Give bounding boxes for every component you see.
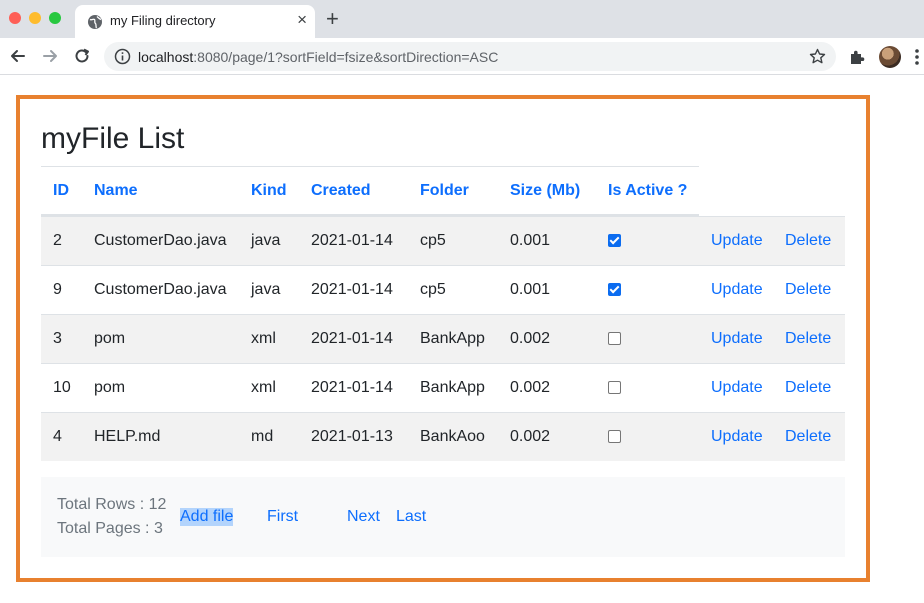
next-page-link[interactable]: Next: [347, 508, 380, 526]
tab-close-icon[interactable]: ×: [297, 11, 307, 29]
add-file-link[interactable]: Add file: [180, 508, 234, 526]
back-arrow-icon[interactable]: [8, 46, 28, 66]
cell-id: 10: [53, 379, 71, 396]
update-link[interactable]: Update: [711, 379, 763, 397]
update-link[interactable]: Update: [711, 232, 763, 250]
cell-size: 0.002: [510, 330, 551, 347]
profile-avatar[interactable]: [879, 46, 901, 68]
pagination-footer: Total Rows : 12 Total Pages : 3 Add file…: [41, 477, 845, 557]
last-page-link[interactable]: Last: [396, 508, 426, 526]
cell-folder: BankApp: [420, 379, 485, 396]
browser-tab-active[interactable]: my Filing directory ×: [75, 5, 315, 38]
cell-id: 4: [53, 428, 62, 445]
table-row: 10 pom xml 2021-01-14 BankApp 0.002 Upda…: [41, 363, 845, 412]
is-active-checkbox[interactable]: [608, 283, 621, 296]
cell-kind: md: [251, 428, 274, 445]
puzzle-icon[interactable]: [848, 48, 866, 66]
cell-folder: cp5: [420, 232, 446, 249]
column-header-folder[interactable]: Folder: [420, 182, 469, 200]
column-header-is-active[interactable]: Is Active ?: [608, 182, 687, 200]
browser-tab-strip: my Filing directory × +: [0, 0, 924, 38]
cell-kind: java: [251, 281, 281, 298]
cell-created: 2021-01-14: [311, 281, 393, 298]
total-pages-text: Total Pages : 3: [57, 520, 163, 537]
is-active-checkbox[interactable]: [608, 430, 621, 443]
cell-size: 0.002: [510, 428, 551, 445]
forward-arrow-icon[interactable]: [40, 46, 60, 66]
column-header-id[interactable]: ID: [53, 182, 69, 200]
url-path: :8080/page/1?sortField=fsize&sortDirecti…: [193, 49, 499, 65]
delete-link[interactable]: Delete: [785, 281, 831, 299]
is-active-checkbox[interactable]: [608, 381, 621, 394]
cell-name: HELP.md: [94, 428, 161, 445]
delete-link[interactable]: Delete: [785, 232, 831, 250]
is-active-checkbox[interactable]: [608, 234, 621, 247]
column-header-created[interactable]: Created: [311, 182, 371, 200]
cell-created: 2021-01-14: [311, 232, 393, 249]
first-page-link[interactable]: First: [267, 508, 298, 526]
cell-name: pom: [94, 330, 126, 347]
table-row: 9 CustomerDao.java java 2021-01-14 cp5 0…: [41, 265, 845, 314]
cell-kind: xml: [251, 330, 276, 347]
globe-icon: [88, 15, 102, 29]
more-vertical-icon[interactable]: [914, 47, 920, 67]
column-header-kind[interactable]: Kind: [251, 182, 287, 200]
url-text: localhost:8080/page/1?sortField=fsize&so…: [138, 49, 498, 65]
cell-created: 2021-01-14: [311, 330, 393, 347]
update-link[interactable]: Update: [711, 428, 763, 446]
browser-toolbar: localhost:8080/page/1?sortField=fsize&so…: [0, 38, 924, 75]
total-rows-text: Total Rows : 12: [57, 496, 167, 513]
cell-id: 2: [53, 232, 62, 249]
tab-title: my Filing directory: [110, 13, 216, 28]
reload-icon[interactable]: [72, 46, 92, 66]
cell-created: 2021-01-13: [311, 428, 393, 445]
cell-kind: xml: [251, 379, 276, 396]
address-bar[interactable]: localhost:8080/page/1?sortField=fsize&so…: [104, 42, 836, 71]
info-icon[interactable]: [114, 48, 131, 65]
cell-size: 0.001: [510, 232, 551, 249]
cell-size: 0.002: [510, 379, 551, 396]
cell-name: pom: [94, 379, 126, 396]
delete-link[interactable]: Delete: [785, 428, 831, 446]
cell-kind: java: [251, 232, 281, 249]
cell-name: CustomerDao.java: [94, 232, 227, 249]
is-active-checkbox[interactable]: [608, 332, 621, 345]
window-minimize-button[interactable]: [29, 12, 41, 24]
page-title: myFile List: [41, 122, 185, 155]
table-row: 2 CustomerDao.java java 2021-01-14 cp5 0…: [41, 216, 845, 265]
cell-folder: cp5: [420, 281, 446, 298]
cell-id: 9: [53, 281, 62, 298]
cell-size: 0.001: [510, 281, 551, 298]
cell-folder: BankApp: [420, 330, 485, 347]
cell-created: 2021-01-14: [311, 379, 393, 396]
cell-id: 3: [53, 330, 62, 347]
column-header-name[interactable]: Name: [94, 182, 138, 200]
table-row: 4 HELP.md md 2021-01-13 BankAoo 0.002 Up…: [41, 412, 845, 461]
cell-name: CustomerDao.java: [94, 281, 227, 298]
new-tab-button[interactable]: +: [326, 7, 339, 31]
update-link[interactable]: Update: [711, 281, 763, 299]
table-header-top-border: [41, 166, 699, 167]
window-maximize-button[interactable]: [49, 12, 61, 24]
window-close-button[interactable]: [9, 12, 21, 24]
table-row: 3 pom xml 2021-01-14 BankApp 0.002 Updat…: [41, 314, 845, 363]
column-header-size[interactable]: Size (Mb): [510, 182, 580, 200]
delete-link[interactable]: Delete: [785, 379, 831, 397]
delete-link[interactable]: Delete: [785, 330, 831, 348]
update-link[interactable]: Update: [711, 330, 763, 348]
url-host: localhost: [138, 49, 194, 65]
star-icon[interactable]: [809, 48, 826, 65]
cell-folder: BankAoo: [420, 428, 485, 445]
